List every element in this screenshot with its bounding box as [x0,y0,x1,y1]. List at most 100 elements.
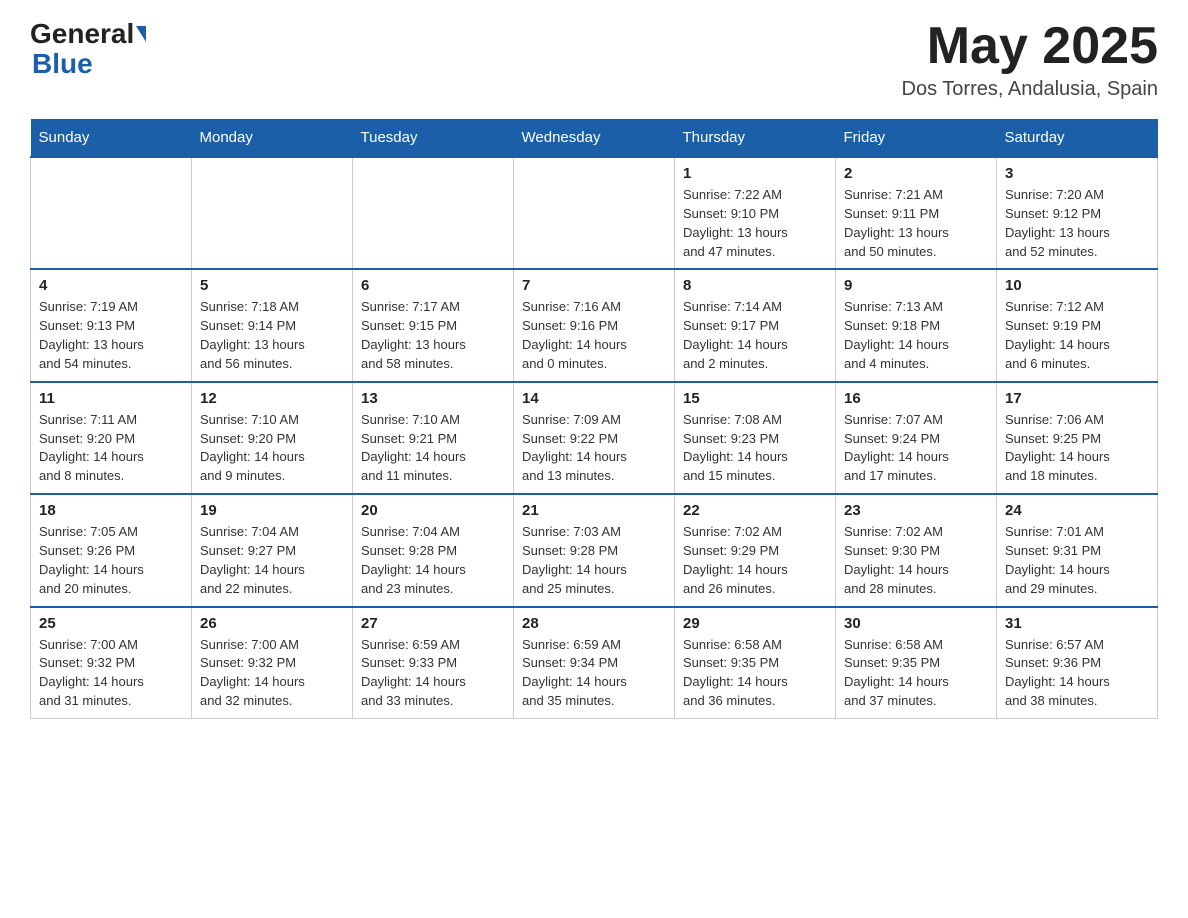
day-cell: 20Sunrise: 7:04 AMSunset: 9:28 PMDayligh… [353,494,514,606]
day-info: Sunrise: 7:17 AMSunset: 9:15 PMDaylight:… [361,298,505,373]
day-cell: 26Sunrise: 7:00 AMSunset: 9:32 PMDayligh… [192,607,353,719]
day-info: Sunrise: 7:10 AMSunset: 9:20 PMDaylight:… [200,411,344,486]
day-number: 1 [683,165,827,182]
week-row-1: 1 Sunrise: 7:22 AMSunset: 9:10 PMDaylight… [31,157,1158,269]
day-number: 9 [844,277,988,294]
day-info: Sunrise: 7:21 AMSunset: 9:11 PMDaylight:… [844,186,988,261]
location-subtitle: Dos Torres, Andalusia, Spain [902,78,1158,101]
day-info: Sunrise: 7:09 AMSunset: 9:22 PMDaylight:… [522,411,666,486]
day-cell: 24 Sunrise: 7:01 AMSunset: 9:31 PMDayligh… [997,494,1158,606]
day-cell [192,157,353,269]
day-info: Sunrise: 7:00 AMSunset: 9:32 PMDaylight:… [39,636,183,711]
day-info: Sunrise: 7:16 AMSunset: 9:16 PMDaylight:… [522,298,666,373]
day-info: Sunrise: 7:03 AMSunset: 9:28 PMDaylight:… [522,523,666,598]
logo: General Blue [30,20,146,80]
day-cell: 23 Sunrise: 7:02 AMSunset: 9:30 PMDayligh… [836,494,997,606]
header-row: SundayMondayTuesdayWednesdayThursdayFrid… [31,119,1158,157]
day-number: 23 [844,502,988,519]
day-cell: 7 Sunrise: 7:16 AMSunset: 9:16 PMDaylight… [514,269,675,381]
day-number: 14 [522,390,666,407]
calendar-body: 1 Sunrise: 7:22 AMSunset: 9:10 PMDaylight… [31,157,1158,718]
day-cell: 10 Sunrise: 7:12 AMSunset: 9:19 PMDayligh… [997,269,1158,381]
day-number: 13 [361,390,505,407]
logo-general-text: General [30,20,134,48]
day-number: 27 [361,615,505,632]
day-info: Sunrise: 7:22 AMSunset: 9:10 PMDaylight:… [683,186,827,261]
day-info: Sunrise: 7:18 AMSunset: 9:14 PMDaylight:… [200,298,344,373]
day-number: 11 [39,390,183,407]
day-info: Sunrise: 6:59 AMSunset: 9:33 PMDaylight:… [361,636,505,711]
day-info: Sunrise: 7:05 AMSunset: 9:26 PMDaylight:… [39,523,183,598]
day-cell: 6 Sunrise: 7:17 AMSunset: 9:15 PMDaylight… [353,269,514,381]
header-cell-monday: Monday [192,119,353,157]
day-cell: 31Sunrise: 6:57 AMSunset: 9:36 PMDayligh… [997,607,1158,719]
logo-triangle-icon [136,26,146,42]
day-info: Sunrise: 7:14 AMSunset: 9:17 PMDaylight:… [683,298,827,373]
day-number: 8 [683,277,827,294]
day-cell: 21 Sunrise: 7:03 AMSunset: 9:28 PMDayligh… [514,494,675,606]
week-row-3: 11 Sunrise: 7:11 AMSunset: 9:20 PMDayligh… [31,382,1158,494]
day-cell: 13 Sunrise: 7:10 AMSunset: 9:21 PMDayligh… [353,382,514,494]
day-number: 17 [1005,390,1149,407]
week-row-2: 4 Sunrise: 7:19 AMSunset: 9:13 PMDaylight… [31,269,1158,381]
day-cell: 8 Sunrise: 7:14 AMSunset: 9:17 PMDaylight… [675,269,836,381]
day-info: Sunrise: 7:04 AMSunset: 9:27 PMDaylight:… [200,523,344,598]
logo-blue-text: Blue [30,48,93,80]
day-cell: 3Sunrise: 7:20 AMSunset: 9:12 PMDaylight… [997,157,1158,269]
day-number: 29 [683,615,827,632]
day-cell: 28Sunrise: 6:59 AMSunset: 9:34 PMDayligh… [514,607,675,719]
day-cell [514,157,675,269]
week-row-5: 25 Sunrise: 7:00 AMSunset: 9:32 PMDayligh… [31,607,1158,719]
day-info: Sunrise: 7:20 AMSunset: 9:12 PMDaylight:… [1005,186,1149,261]
day-number: 10 [1005,277,1149,294]
calendar-table: SundayMondayTuesdayWednesdayThursdayFrid… [30,119,1158,719]
day-number: 20 [361,502,505,519]
day-number: 7 [522,277,666,294]
day-info: Sunrise: 7:06 AMSunset: 9:25 PMDaylight:… [1005,411,1149,486]
day-cell: 2 Sunrise: 7:21 AMSunset: 9:11 PMDaylight… [836,157,997,269]
day-info: Sunrise: 7:19 AMSunset: 9:13 PMDaylight:… [39,298,183,373]
day-number: 5 [200,277,344,294]
title-area: May 2025 Dos Torres, Andalusia, Spain [902,20,1158,101]
day-info: Sunrise: 7:02 AMSunset: 9:29 PMDaylight:… [683,523,827,598]
day-info: Sunrise: 7:12 AMSunset: 9:19 PMDaylight:… [1005,298,1149,373]
day-cell: 19 Sunrise: 7:04 AMSunset: 9:27 PMDayligh… [192,494,353,606]
day-cell: 12 Sunrise: 7:10 AMSunset: 9:20 PMDayligh… [192,382,353,494]
day-info: Sunrise: 7:11 AMSunset: 9:20 PMDaylight:… [39,411,183,486]
day-info: Sunrise: 6:59 AMSunset: 9:34 PMDaylight:… [522,636,666,711]
day-number: 4 [39,277,183,294]
day-number: 18 [39,502,183,519]
day-cell [31,157,192,269]
day-number: 19 [200,502,344,519]
day-number: 2 [844,165,988,182]
week-row-4: 18 Sunrise: 7:05 AMSunset: 9:26 PMDayligh… [31,494,1158,606]
day-info: Sunrise: 7:07 AMSunset: 9:24 PMDaylight:… [844,411,988,486]
day-number: 24 [1005,502,1149,519]
day-number: 31 [1005,615,1149,632]
day-cell: 22 Sunrise: 7:02 AMSunset: 9:29 PMDayligh… [675,494,836,606]
day-number: 21 [522,502,666,519]
day-number: 6 [361,277,505,294]
day-number: 30 [844,615,988,632]
day-info: Sunrise: 7:01 AMSunset: 9:31 PMDaylight:… [1005,523,1149,598]
day-info: Sunrise: 7:10 AMSunset: 9:21 PMDaylight:… [361,411,505,486]
header-cell-saturday: Saturday [997,119,1158,157]
day-number: 16 [844,390,988,407]
day-number: 22 [683,502,827,519]
day-number: 25 [39,615,183,632]
calendar-header: SundayMondayTuesdayWednesdayThursdayFrid… [31,119,1158,157]
header-cell-tuesday: Tuesday [353,119,514,157]
day-number: 12 [200,390,344,407]
day-cell: 27 Sunrise: 6:59 AMSunset: 9:33 PMDayligh… [353,607,514,719]
day-cell: 14 Sunrise: 7:09 AMSunset: 9:22 PMDayligh… [514,382,675,494]
month-title: May 2025 [902,20,1158,72]
day-cell [353,157,514,269]
day-info: Sunrise: 7:02 AMSunset: 9:30 PMDaylight:… [844,523,988,598]
day-cell: 16 Sunrise: 7:07 AMSunset: 9:24 PMDayligh… [836,382,997,494]
day-cell: 5 Sunrise: 7:18 AMSunset: 9:14 PMDaylight… [192,269,353,381]
day-cell: 29Sunrise: 6:58 AMSunset: 9:35 PMDayligh… [675,607,836,719]
day-cell: 30Sunrise: 6:58 AMSunset: 9:35 PMDayligh… [836,607,997,719]
day-cell: 15Sunrise: 7:08 AMSunset: 9:23 PMDayligh… [675,382,836,494]
day-info: Sunrise: 7:13 AMSunset: 9:18 PMDaylight:… [844,298,988,373]
day-cell: 25 Sunrise: 7:00 AMSunset: 9:32 PMDayligh… [31,607,192,719]
